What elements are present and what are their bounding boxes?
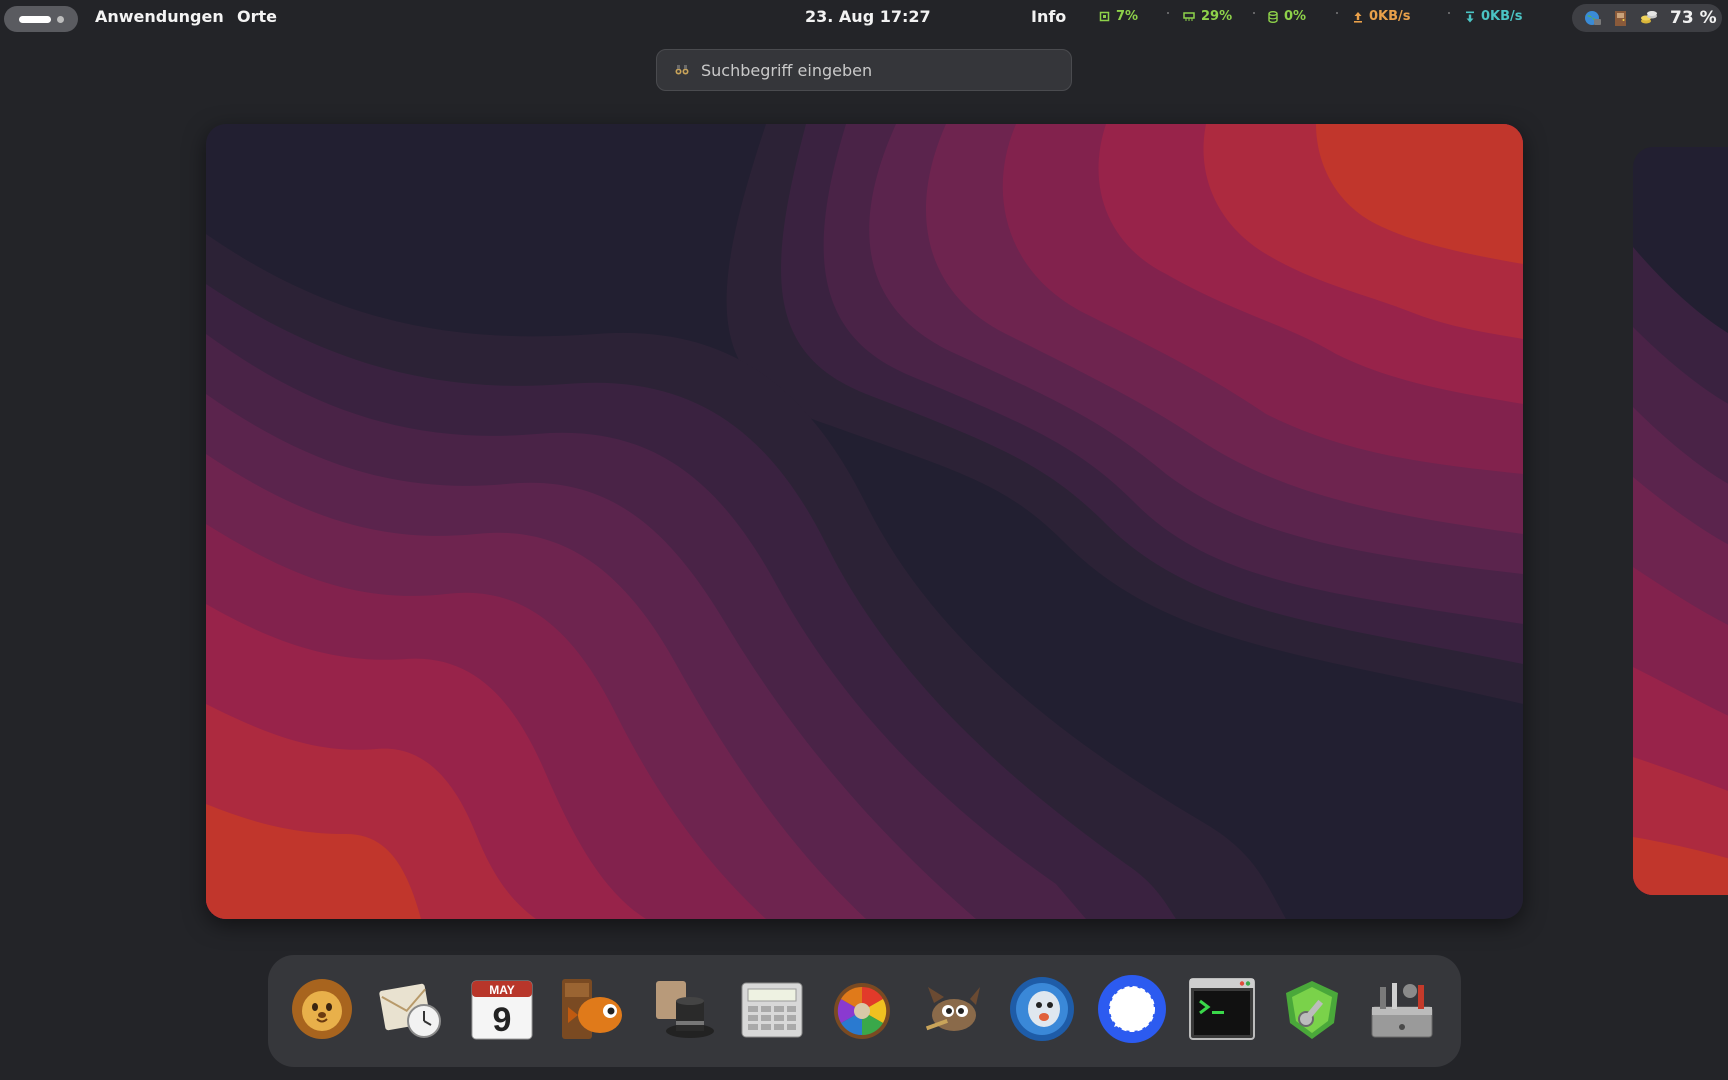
clock[interactable]: 23. Aug 17:27 (805, 7, 931, 26)
download-value: 0KB/s (1481, 9, 1523, 24)
workspace-thumbnail-next[interactable] (1633, 147, 1728, 895)
activities-button[interactable] (4, 6, 78, 32)
color-wheel-icon[interactable] (824, 971, 900, 1047)
cpu-icon (1099, 11, 1110, 22)
info-menu[interactable]: Info (1031, 7, 1066, 26)
wallpaper-waves (206, 124, 1523, 919)
calendar-icon[interactable]: MAY 9 (464, 971, 540, 1047)
places-menu[interactable]: Orte (237, 7, 277, 26)
memory-value: 29% (1201, 9, 1233, 24)
applications-menu[interactable]: Anwendungen (95, 7, 224, 26)
gimp-icon[interactable] (914, 971, 990, 1047)
workspace-indicator-active (19, 16, 51, 23)
calendar-month: MAY (489, 983, 515, 997)
wallpaper-waves-partial (1633, 147, 1728, 895)
top-bar: Anwendungen Orte 23. Aug 17:27 Info 7% 2… (0, 0, 1728, 36)
network-globe-icon (1585, 11, 1601, 25)
battery-percentage: 73 % (1670, 8, 1717, 28)
search-input[interactable] (701, 60, 1041, 80)
download-speed[interactable]: 0KB/s (1465, 9, 1523, 24)
cpu-usage[interactable]: 7% (1099, 9, 1138, 24)
disk-usage[interactable]: 0% (1268, 9, 1306, 24)
system-tray[interactable]: 73 % (1572, 4, 1722, 32)
separator (1167, 12, 1169, 14)
separator (1253, 12, 1255, 14)
terminal-icon[interactable] (1184, 971, 1260, 1047)
toolbox-icon[interactable] (1364, 971, 1440, 1047)
upload-value: 0KB/s (1369, 9, 1411, 24)
memory-icon (1183, 12, 1195, 21)
chat-bubble-icon[interactable] (1004, 971, 1080, 1047)
disk-value: 0% (1284, 9, 1307, 24)
separator (1448, 12, 1450, 14)
signal-icon[interactable] (1094, 971, 1170, 1047)
door-exit-icon (1615, 11, 1626, 26)
memory-usage[interactable]: 29% (1183, 9, 1232, 24)
workspace-thumbnail[interactable] (206, 124, 1523, 919)
calendar-day: 9 (493, 1001, 512, 1039)
upload-speed[interactable]: 0KB/s (1353, 9, 1411, 24)
upload-icon (1354, 11, 1362, 23)
calculator-icon[interactable] (734, 971, 810, 1047)
file-manager-fish-icon[interactable] (554, 971, 630, 1047)
separator (1336, 12, 1338, 14)
lion-app-icon[interactable] (284, 971, 360, 1047)
search-binoculars-icon (675, 65, 689, 75)
mail-scheduler-icon[interactable] (374, 971, 450, 1047)
battery-coins-icon (1641, 11, 1657, 24)
password-key-icon[interactable] (1274, 971, 1350, 1047)
dock: MAY 9 (268, 955, 1461, 1067)
download-icon (1466, 11, 1474, 22)
workspace-indicator (57, 16, 64, 23)
disk-icon (1268, 10, 1278, 23)
magician-hat-icon[interactable] (644, 971, 720, 1047)
cpu-value: 7% (1116, 9, 1139, 24)
search-box[interactable] (656, 49, 1072, 91)
